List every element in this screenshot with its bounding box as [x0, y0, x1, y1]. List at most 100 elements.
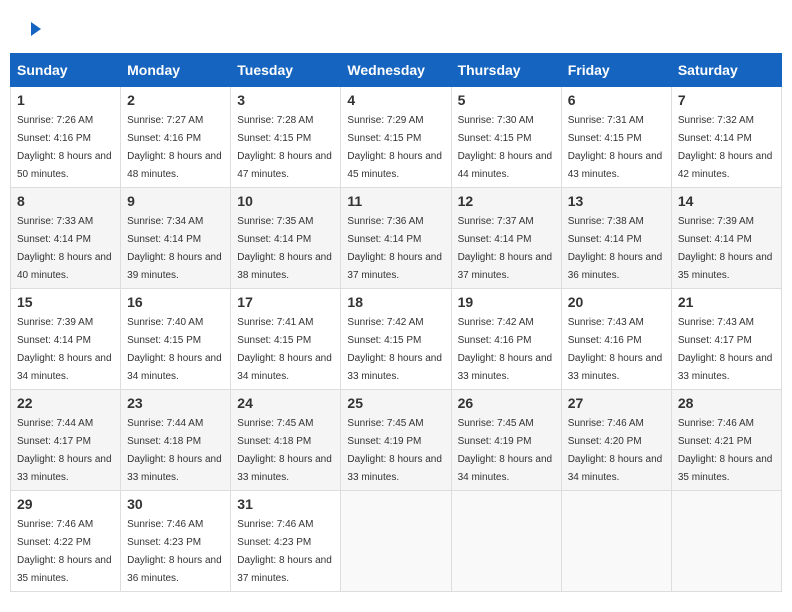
- day-info: Sunrise: 7:42 AMSunset: 4:16 PMDaylight:…: [458, 317, 553, 382]
- calendar-cell: 5 Sunrise: 7:30 AMSunset: 4:15 PMDayligh…: [451, 87, 561, 188]
- day-info: Sunrise: 7:44 AMSunset: 4:17 PMDaylight:…: [17, 418, 112, 483]
- day-info: Sunrise: 7:29 AMSunset: 4:15 PMDaylight:…: [347, 115, 442, 180]
- day-info: Sunrise: 7:39 AMSunset: 4:14 PMDaylight:…: [678, 216, 773, 281]
- day-header-saturday: Saturday: [671, 54, 781, 87]
- day-info: Sunrise: 7:32 AMSunset: 4:14 PMDaylight:…: [678, 115, 773, 180]
- day-header-sunday: Sunday: [11, 54, 121, 87]
- day-number: 28: [678, 395, 775, 411]
- day-header-friday: Friday: [561, 54, 671, 87]
- day-number: 19: [458, 294, 555, 310]
- day-number: 18: [347, 294, 444, 310]
- calendar-cell: 18 Sunrise: 7:42 AMSunset: 4:15 PMDaylig…: [341, 289, 451, 390]
- day-info: Sunrise: 7:35 AMSunset: 4:14 PMDaylight:…: [237, 216, 332, 281]
- day-number: 8: [17, 193, 114, 209]
- day-number: 23: [127, 395, 224, 411]
- calendar-cell: 22 Sunrise: 7:44 AMSunset: 4:17 PMDaylig…: [11, 390, 121, 491]
- calendar-table: SundayMondayTuesdayWednesdayThursdayFrid…: [10, 53, 782, 592]
- calendar-cell: 30 Sunrise: 7:46 AMSunset: 4:23 PMDaylig…: [121, 491, 231, 592]
- day-number: 6: [568, 92, 665, 108]
- day-info: Sunrise: 7:37 AMSunset: 4:14 PMDaylight:…: [458, 216, 553, 281]
- day-info: Sunrise: 7:33 AMSunset: 4:14 PMDaylight:…: [17, 216, 112, 281]
- day-number: 2: [127, 92, 224, 108]
- calendar-cell: 8 Sunrise: 7:33 AMSunset: 4:14 PMDayligh…: [11, 188, 121, 289]
- day-header-thursday: Thursday: [451, 54, 561, 87]
- day-info: Sunrise: 7:28 AMSunset: 4:15 PMDaylight:…: [237, 115, 332, 180]
- day-number: 16: [127, 294, 224, 310]
- day-info: Sunrise: 7:31 AMSunset: 4:15 PMDaylight:…: [568, 115, 663, 180]
- calendar-cell: 16 Sunrise: 7:40 AMSunset: 4:15 PMDaylig…: [121, 289, 231, 390]
- calendar-cell: 12 Sunrise: 7:37 AMSunset: 4:14 PMDaylig…: [451, 188, 561, 289]
- calendar-header-row: SundayMondayTuesdayWednesdayThursdayFrid…: [11, 54, 782, 87]
- day-number: 20: [568, 294, 665, 310]
- calendar-cell: [561, 491, 671, 592]
- calendar-cell: 25 Sunrise: 7:45 AMSunset: 4:19 PMDaylig…: [341, 390, 451, 491]
- day-number: 1: [17, 92, 114, 108]
- calendar-cell: 14 Sunrise: 7:39 AMSunset: 4:14 PMDaylig…: [671, 188, 781, 289]
- calendar-cell: 11 Sunrise: 7:36 AMSunset: 4:14 PMDaylig…: [341, 188, 451, 289]
- day-number: 11: [347, 193, 444, 209]
- day-info: Sunrise: 7:42 AMSunset: 4:15 PMDaylight:…: [347, 317, 442, 382]
- calendar-cell: 26 Sunrise: 7:45 AMSunset: 4:19 PMDaylig…: [451, 390, 561, 491]
- calendar-cell: 9 Sunrise: 7:34 AMSunset: 4:14 PMDayligh…: [121, 188, 231, 289]
- calendar-cell: 28 Sunrise: 7:46 AMSunset: 4:21 PMDaylig…: [671, 390, 781, 491]
- day-info: Sunrise: 7:45 AMSunset: 4:19 PMDaylight:…: [458, 418, 553, 483]
- calendar-cell: 24 Sunrise: 7:45 AMSunset: 4:18 PMDaylig…: [231, 390, 341, 491]
- calendar-week-row: 22 Sunrise: 7:44 AMSunset: 4:17 PMDaylig…: [11, 390, 782, 491]
- calendar-cell: 6 Sunrise: 7:31 AMSunset: 4:15 PMDayligh…: [561, 87, 671, 188]
- day-number: 9: [127, 193, 224, 209]
- calendar-cell: 17 Sunrise: 7:41 AMSunset: 4:15 PMDaylig…: [231, 289, 341, 390]
- day-number: 15: [17, 294, 114, 310]
- day-number: 10: [237, 193, 334, 209]
- day-info: Sunrise: 7:44 AMSunset: 4:18 PMDaylight:…: [127, 418, 222, 483]
- day-info: Sunrise: 7:46 AMSunset: 4:21 PMDaylight:…: [678, 418, 773, 483]
- day-number: 17: [237, 294, 334, 310]
- calendar-cell: [341, 491, 451, 592]
- calendar-cell: 19 Sunrise: 7:42 AMSunset: 4:16 PMDaylig…: [451, 289, 561, 390]
- day-number: 3: [237, 92, 334, 108]
- day-number: 12: [458, 193, 555, 209]
- calendar-cell: 20 Sunrise: 7:43 AMSunset: 4:16 PMDaylig…: [561, 289, 671, 390]
- day-header-monday: Monday: [121, 54, 231, 87]
- calendar-cell: 3 Sunrise: 7:28 AMSunset: 4:15 PMDayligh…: [231, 87, 341, 188]
- day-info: Sunrise: 7:46 AMSunset: 4:23 PMDaylight:…: [127, 519, 222, 584]
- calendar-cell: 29 Sunrise: 7:46 AMSunset: 4:22 PMDaylig…: [11, 491, 121, 592]
- calendar-week-row: 15 Sunrise: 7:39 AMSunset: 4:14 PMDaylig…: [11, 289, 782, 390]
- day-info: Sunrise: 7:30 AMSunset: 4:15 PMDaylight:…: [458, 115, 553, 180]
- day-info: Sunrise: 7:38 AMSunset: 4:14 PMDaylight:…: [568, 216, 663, 281]
- calendar-cell: [671, 491, 781, 592]
- day-info: Sunrise: 7:36 AMSunset: 4:14 PMDaylight:…: [347, 216, 442, 281]
- calendar-cell: 13 Sunrise: 7:38 AMSunset: 4:14 PMDaylig…: [561, 188, 671, 289]
- calendar-cell: 15 Sunrise: 7:39 AMSunset: 4:14 PMDaylig…: [11, 289, 121, 390]
- calendar-week-row: 1 Sunrise: 7:26 AMSunset: 4:16 PMDayligh…: [11, 87, 782, 188]
- day-number: 7: [678, 92, 775, 108]
- calendar-cell: 4 Sunrise: 7:29 AMSunset: 4:15 PMDayligh…: [341, 87, 451, 188]
- day-number: 27: [568, 395, 665, 411]
- day-number: 13: [568, 193, 665, 209]
- page-header: [10, 10, 782, 48]
- calendar-cell: 31 Sunrise: 7:46 AMSunset: 4:23 PMDaylig…: [231, 491, 341, 592]
- day-info: Sunrise: 7:43 AMSunset: 4:17 PMDaylight:…: [678, 317, 773, 382]
- calendar-cell: 2 Sunrise: 7:27 AMSunset: 4:16 PMDayligh…: [121, 87, 231, 188]
- day-number: 24: [237, 395, 334, 411]
- day-number: 5: [458, 92, 555, 108]
- day-info: Sunrise: 7:45 AMSunset: 4:19 PMDaylight:…: [347, 418, 442, 483]
- day-number: 14: [678, 193, 775, 209]
- logo: [25, 20, 46, 43]
- day-info: Sunrise: 7:41 AMSunset: 4:15 PMDaylight:…: [237, 317, 332, 382]
- logo-arrow-icon: [27, 20, 45, 43]
- day-info: Sunrise: 7:27 AMSunset: 4:16 PMDaylight:…: [127, 115, 222, 180]
- day-info: Sunrise: 7:46 AMSunset: 4:23 PMDaylight:…: [237, 519, 332, 584]
- calendar-cell: 1 Sunrise: 7:26 AMSunset: 4:16 PMDayligh…: [11, 87, 121, 188]
- day-info: Sunrise: 7:34 AMSunset: 4:14 PMDaylight:…: [127, 216, 222, 281]
- day-header-tuesday: Tuesday: [231, 54, 341, 87]
- day-number: 31: [237, 496, 334, 512]
- day-number: 30: [127, 496, 224, 512]
- day-info: Sunrise: 7:43 AMSunset: 4:16 PMDaylight:…: [568, 317, 663, 382]
- calendar-cell: 27 Sunrise: 7:46 AMSunset: 4:20 PMDaylig…: [561, 390, 671, 491]
- calendar-week-row: 8 Sunrise: 7:33 AMSunset: 4:14 PMDayligh…: [11, 188, 782, 289]
- day-info: Sunrise: 7:26 AMSunset: 4:16 PMDaylight:…: [17, 115, 112, 180]
- calendar-cell: 10 Sunrise: 7:35 AMSunset: 4:14 PMDaylig…: [231, 188, 341, 289]
- day-number: 21: [678, 294, 775, 310]
- day-info: Sunrise: 7:45 AMSunset: 4:18 PMDaylight:…: [237, 418, 332, 483]
- day-info: Sunrise: 7:40 AMSunset: 4:15 PMDaylight:…: [127, 317, 222, 382]
